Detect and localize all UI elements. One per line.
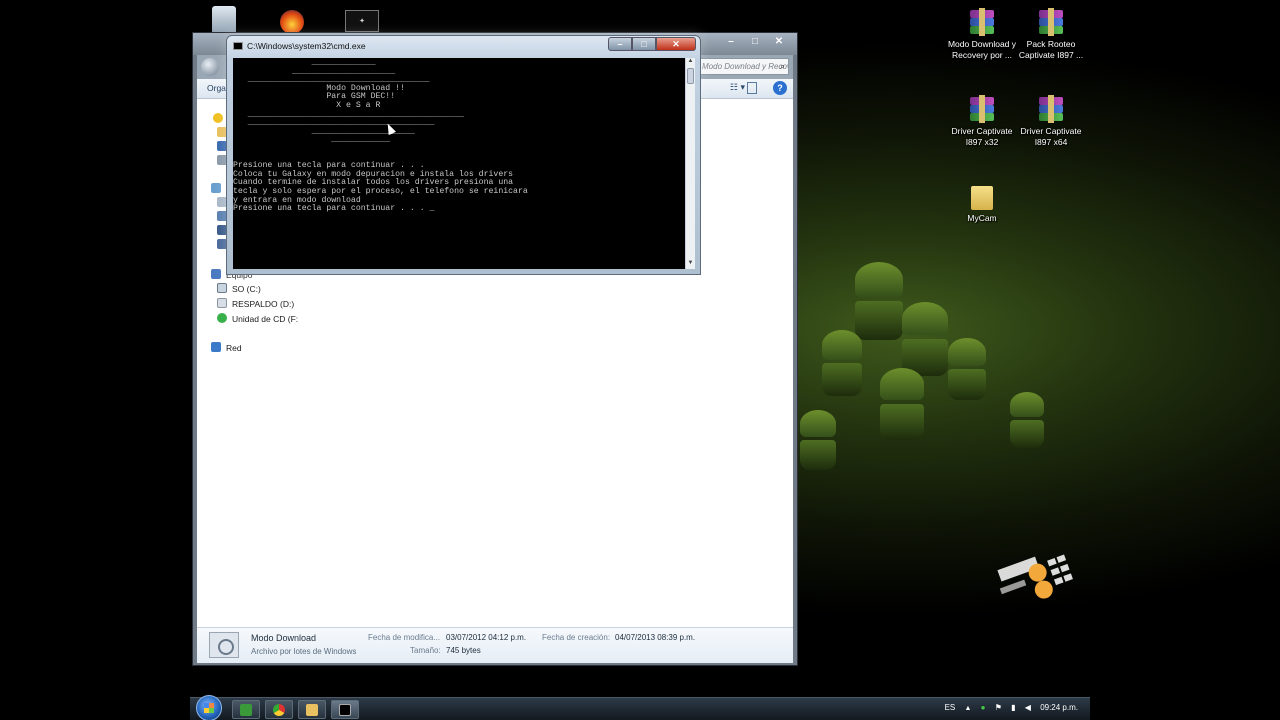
desktop-icon-modo-download[interactable]: Modo Download y Recovery por ... xyxy=(947,8,1017,60)
modified-label: Fecha de modifica... xyxy=(368,633,441,642)
wallpaper-android-figure xyxy=(1010,392,1044,448)
back-button[interactable] xyxy=(201,58,219,76)
taskbar-cmd[interactable] xyxy=(331,700,359,719)
scroll-down-icon[interactable]: ▼ xyxy=(686,260,695,269)
volume-icon[interactable]: ◀ xyxy=(1025,703,1031,712)
libraries-icon[interactable] xyxy=(211,183,226,194)
close-button[interactable]: ✕ xyxy=(656,37,696,51)
wallpaper-android-figure xyxy=(855,262,903,340)
minimize-button[interactable]: – xyxy=(608,37,632,51)
wallpaper-android-figure xyxy=(902,302,948,376)
winrar-archive-icon xyxy=(968,8,996,36)
nav-drive-label: RESPALDO (D:) xyxy=(232,299,295,309)
taskbar-camtasia[interactable] xyxy=(232,700,260,719)
created-value: 04/07/2013 08:39 p.m. xyxy=(615,633,696,642)
created-label: Fecha de creación: xyxy=(542,633,611,642)
desktop-icon-label: MyCam xyxy=(967,213,997,223)
wallpaper-android-figure xyxy=(880,368,924,440)
nav-drive-label: SO (C:) xyxy=(232,284,261,294)
cmd-icon xyxy=(339,704,351,716)
scroll-thumb[interactable] xyxy=(687,68,694,84)
maximize-button[interactable]: □ xyxy=(632,37,656,51)
cmd-window[interactable]: C:\Windows\system32\cmd.exe – □ ✕ ______… xyxy=(226,35,701,275)
wallpaper-android-figure xyxy=(822,330,862,396)
size-value: 745 bytes xyxy=(446,646,481,655)
maximize-button[interactable]: □ xyxy=(743,34,767,49)
app-tray-icon[interactable]: ● xyxy=(981,703,986,712)
desktop-icon-label: Pack Rooteo Captivate I897 ... xyxy=(1018,39,1084,60)
explorer-folder-icon xyxy=(306,704,318,716)
desktop-icon-mycam[interactable]: MyCam xyxy=(947,182,1017,224)
flame-app-icon[interactable] xyxy=(280,10,304,34)
search-input[interactable]: Modo Download y Recovery por ... ⌕ xyxy=(697,58,789,75)
show-hidden-icons-icon[interactable]: ▲ xyxy=(965,705,972,712)
help-icon[interactable]: ? xyxy=(773,81,787,95)
taskbar-chrome[interactable] xyxy=(265,700,293,719)
drive-icon xyxy=(217,283,227,293)
console-text: _____________ _____________________ ____… xyxy=(233,58,528,214)
taskbar-explorer[interactable] xyxy=(298,700,326,719)
search-placeholder: Modo Download y Recovery por ... xyxy=(702,62,788,71)
close-button[interactable]: ✕ xyxy=(767,34,791,49)
preview-pane-icon[interactable] xyxy=(747,82,757,94)
desktop-icon-pack-rooteo[interactable]: Pack Rooteo Captivate I897 ... xyxy=(1016,8,1086,60)
start-button[interactable] xyxy=(196,695,222,720)
nav-drive-c[interactable]: SO (C:) xyxy=(217,283,261,294)
desktop-icon-label: Driver Captivate I897 x32 xyxy=(951,126,1013,147)
scroll-up-icon[interactable]: ▲ xyxy=(686,58,695,67)
file-type: Archivo por lotes de Windows xyxy=(251,647,357,656)
details-pane: Modo Download Archivo por lotes de Windo… xyxy=(197,627,793,663)
search-icon: ⌕ xyxy=(779,61,785,71)
signal-icon[interactable]: ▮ xyxy=(1011,703,1015,712)
camtasia-icon xyxy=(240,704,252,716)
nav-network[interactable]: Red xyxy=(211,342,242,353)
nav-drive-d[interactable]: RESPALDO (D:) xyxy=(217,298,294,309)
nav-drive-label: Unidad de CD (F: xyxy=(232,314,299,324)
nav-network-label: Red xyxy=(226,343,242,353)
network-icon xyxy=(211,342,221,352)
folder-icon xyxy=(968,182,996,210)
taskbar: ES ▲ ● ⚑ ▮ ◀ 09:24 p.m. xyxy=(190,695,1090,720)
file-name: Modo Download xyxy=(251,633,317,643)
cmd-icon xyxy=(233,42,243,50)
flag-icon[interactable]: ⚑ xyxy=(995,703,1002,712)
size-label: Tamaño: xyxy=(410,646,441,655)
computer-icon xyxy=(211,269,221,279)
recycle-bin-icon[interactable] xyxy=(212,6,236,34)
winrar-archive-icon xyxy=(1037,95,1065,123)
cd-drive-icon xyxy=(217,313,227,323)
glowing-logo-gadget xyxy=(997,554,1073,599)
synaptic-app-icon[interactable]: ✦ xyxy=(345,10,379,32)
wallpaper-android-figure xyxy=(948,338,986,400)
desktop-icon-driver-x32[interactable]: Driver Captivate I897 x32 xyxy=(947,95,1017,147)
winrar-archive-icon xyxy=(968,95,996,123)
chrome-icon xyxy=(273,704,285,716)
desktop-icon-label: Modo Download y Recovery por ... xyxy=(947,39,1017,60)
vertical-scrollbar[interactable]: ▲ ▼ xyxy=(685,58,695,269)
clock[interactable]: 09:24 p.m. xyxy=(1040,703,1078,712)
console-output[interactable]: _____________ _____________________ ____… xyxy=(233,58,685,269)
desktop: ✦ Modo Download y Recovery por ... Pack … xyxy=(0,0,1280,720)
nav-drive-f[interactable]: Unidad de CD (F: xyxy=(217,313,298,324)
language-indicator[interactable]: ES xyxy=(945,703,956,712)
batch-file-icon xyxy=(209,632,239,658)
system-tray: ES ▲ ● ⚑ ▮ ◀ 09:24 p.m. xyxy=(938,703,1078,712)
desktop-icon-label: Driver Captivate I897 x64 xyxy=(1020,126,1082,147)
minimize-button[interactable]: – xyxy=(719,34,743,49)
cmd-title: C:\Windows\system32\cmd.exe xyxy=(247,41,366,51)
drive-icon xyxy=(217,298,227,308)
wallpaper-android-figure xyxy=(800,410,836,470)
modified-value: 03/07/2012 04:12 p.m. xyxy=(446,633,527,642)
desktop-icon-driver-x64[interactable]: Driver Captivate I897 x64 xyxy=(1016,95,1086,147)
winrar-archive-icon xyxy=(1037,8,1065,36)
change-view-icon[interactable]: ☷ ▾ xyxy=(730,82,745,93)
